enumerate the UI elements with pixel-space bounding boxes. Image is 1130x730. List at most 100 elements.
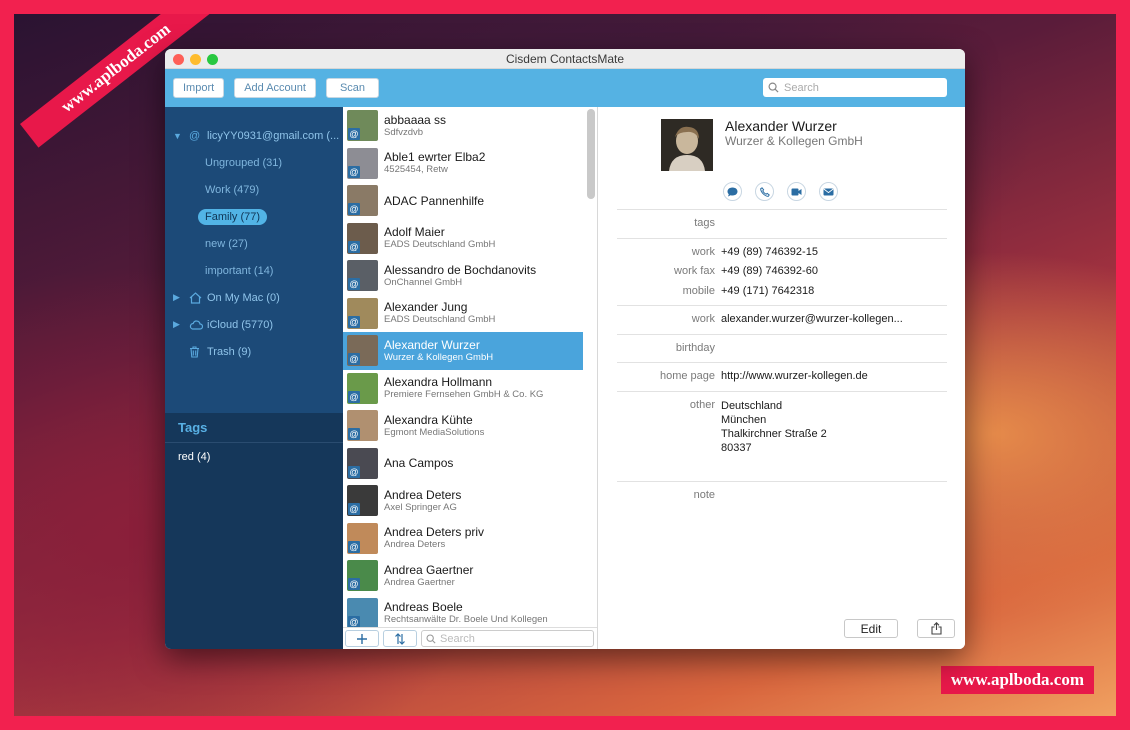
call-button[interactable]	[755, 182, 774, 201]
contact-list-name: Alexandra Kühte	[384, 412, 473, 427]
disclosure-right-icon[interactable]: ▶	[173, 292, 183, 303]
message-button[interactable]	[723, 182, 742, 201]
watermark-badge: www.aplboda.com	[940, 666, 1094, 694]
email-value[interactable]: alexander.wurzer@wurzer-kollegen...	[721, 310, 903, 330]
share-button[interactable]	[917, 619, 955, 638]
contact-list-item[interactable]: @ Andrea Gaertner Andrea Gaertner	[343, 557, 583, 595]
sidebar-group-important[interactable]: important (14)	[165, 257, 343, 284]
envelope-icon	[823, 188, 834, 195]
video-camera-icon	[791, 188, 802, 195]
sidebar-group-ungrouped[interactable]: Ungrouped (31)	[165, 149, 343, 176]
sidebar-group-new[interactable]: new (27)	[165, 230, 343, 257]
window-title: Cisdem ContactsMate	[505, 51, 625, 66]
close-window-button[interactable]	[173, 54, 184, 65]
minimize-window-button[interactable]	[190, 54, 201, 65]
contact-avatar: @	[347, 185, 378, 217]
phone-label: work	[691, 245, 715, 258]
trash-icon	[189, 345, 203, 358]
contact-list-item[interactable]: @ Alexandra Kühte Egmont MediaSolutions	[343, 407, 583, 445]
video-call-button[interactable]	[787, 182, 806, 201]
search-icon	[768, 82, 779, 93]
phone-value[interactable]: +49 (171) 7642318	[721, 282, 814, 302]
contact-avatar: @	[347, 485, 378, 517]
address-label: other	[689, 398, 715, 411]
email-button[interactable]	[819, 182, 838, 201]
contact-list-item[interactable]: @ Alessandro de Bochdanovits OnChannel Gmb…	[343, 257, 583, 295]
contact-list-subtitle: EADS Deutschland GmbH	[384, 239, 496, 251]
contact-avatar: @	[347, 447, 378, 479]
contact-list-subtitle: OnChannel GmbH	[384, 276, 463, 288]
sidebar-group-work[interactable]: Work (479)	[165, 176, 343, 203]
at-sign-icon: @	[348, 615, 360, 627]
add-account-button[interactable]: Add Account	[234, 78, 316, 98]
disclosure-down-icon[interactable]: ▼	[173, 131, 183, 141]
phone-value[interactable]: +49 (89) 746392-60	[721, 262, 818, 282]
contact-list-item[interactable]: @ Andrea Deters priv Andrea Deters	[343, 520, 583, 558]
contact-list-name: Andreas Boele	[384, 600, 463, 615]
contact-list-name: Andrea Gaertner	[384, 562, 474, 577]
contact-list-item[interactable]: @ Alexandra Hollmann Premiere Fernsehen Gm…	[343, 370, 583, 408]
contact-name: Alexander Wurzer	[725, 118, 837, 134]
tag-item-red[interactable]: red (4)	[165, 443, 343, 471]
contact-list-item[interactable]: @ Able1 ewrter Elba2 4525454, Retw	[343, 145, 583, 183]
contact-list-item[interactable]: @ Andrea Deters Axel Springer AG	[343, 482, 583, 520]
at-sign-icon: @	[348, 128, 360, 141]
contact-list-subtitle: 4525454, Retw	[384, 164, 448, 176]
homepage-label: home page	[659, 370, 715, 382]
contact-photo	[661, 119, 713, 171]
contact-list-subtitle: Egmont MediaSolutions	[384, 426, 485, 438]
list-scrollbar[interactable]	[587, 109, 595, 199]
contact-list-subtitle: Rechtsanwälte Dr. Boele Und Kollegen	[384, 614, 548, 626]
contact-list-item[interactable]: @ Ana Campos	[343, 445, 583, 483]
sort-button[interactable]	[383, 630, 417, 647]
toolbar-search-placeholder: Search	[784, 81, 819, 94]
tags-heading: Tags	[165, 413, 343, 443]
address-line: Deutschland	[721, 399, 783, 412]
add-contact-button[interactable]	[345, 630, 379, 647]
at-sign-icon: @	[348, 503, 360, 516]
disclosure-right-icon[interactable]: ▶	[173, 319, 183, 330]
phone-value[interactable]: +49 (89) 746392-15	[721, 243, 818, 263]
contact-list-item[interactable]: @ Alexander Wurzer Wurzer & Kollegen GmbH	[343, 332, 583, 370]
at-sign-icon: @	[348, 240, 360, 253]
contact-list-item[interactable]: @ Alexander Jung EADS Deutschland GmbH	[343, 295, 583, 333]
sidebar-account-gmail[interactable]: ▼ @ licyYY0931@gmail.com (...	[165, 122, 343, 149]
at-sign-icon: @	[348, 540, 360, 553]
contact-list-subtitle: Wurzer & Kollegen GmbH	[384, 351, 494, 363]
sidebar-source-icloud[interactable]: ▶ iCloud (5770)	[165, 311, 343, 338]
plus-icon	[357, 633, 367, 644]
contact-list-subtitle: Premiere Fernsehen GmbH & Co. KG	[384, 389, 544, 401]
at-sign-icon: @	[348, 428, 360, 441]
contact-avatar: @	[347, 260, 378, 292]
contact-list-item[interactable]: @ ADAC Pannenhilfe	[343, 182, 583, 220]
contact-list-item[interactable]: @ Adolf Maier EADS Deutschland GmbH	[343, 220, 583, 258]
contact-list-subtitle: Andrea Deters	[384, 539, 446, 551]
contact-list-name: Adolf Maier	[384, 225, 445, 240]
zoom-window-button[interactable]	[207, 54, 218, 65]
contact-company: Wurzer & Kollegen GmbH	[725, 134, 863, 148]
homepage-value[interactable]: http://www.wurzer-kollegen.de	[721, 367, 868, 387]
contact-list-name: Andrea Deters priv	[384, 525, 485, 540]
sidebar-group-family[interactable]: Family (77)	[165, 203, 343, 230]
contact-list-name: Andrea Deters	[384, 487, 462, 502]
contact-list-name: ADAC Pannenhilfe	[384, 193, 485, 208]
contact-detail: Alexander Wurzer Wurzer & Kollegen GmbH	[599, 107, 965, 649]
sidebar-source-on-my-mac[interactable]: ▶ On My Mac (0)	[165, 284, 343, 311]
address-line: 80337	[721, 441, 752, 454]
contact-list-subtitle: Axel Springer AG	[384, 501, 457, 513]
edit-button[interactable]: Edit	[844, 619, 898, 638]
scan-button[interactable]: Scan	[325, 78, 380, 98]
toolbar-search-input[interactable]: Search	[763, 78, 947, 97]
sidebar-source-trash[interactable]: Trash (9)	[165, 338, 343, 365]
list-search-input[interactable]: Search	[421, 630, 594, 647]
contact-list-item[interactable]: @ abbaaaa ss Sdfvzdvb	[343, 107, 583, 145]
contact-avatar: @	[347, 597, 378, 627]
import-button[interactable]: Import	[173, 78, 225, 98]
contact-list-item[interactable]: @ Andreas Boele Rechtsanwälte Dr. Boele Un…	[343, 595, 583, 627]
tags-field-label: tags	[694, 217, 715, 229]
contact-avatar: @	[347, 522, 378, 554]
at-sign-icon: @	[348, 203, 360, 216]
at-sign-icon: @	[348, 390, 360, 403]
address-line: München	[721, 413, 767, 426]
contact-list-subtitle: Sdfvzdvb	[384, 126, 424, 138]
